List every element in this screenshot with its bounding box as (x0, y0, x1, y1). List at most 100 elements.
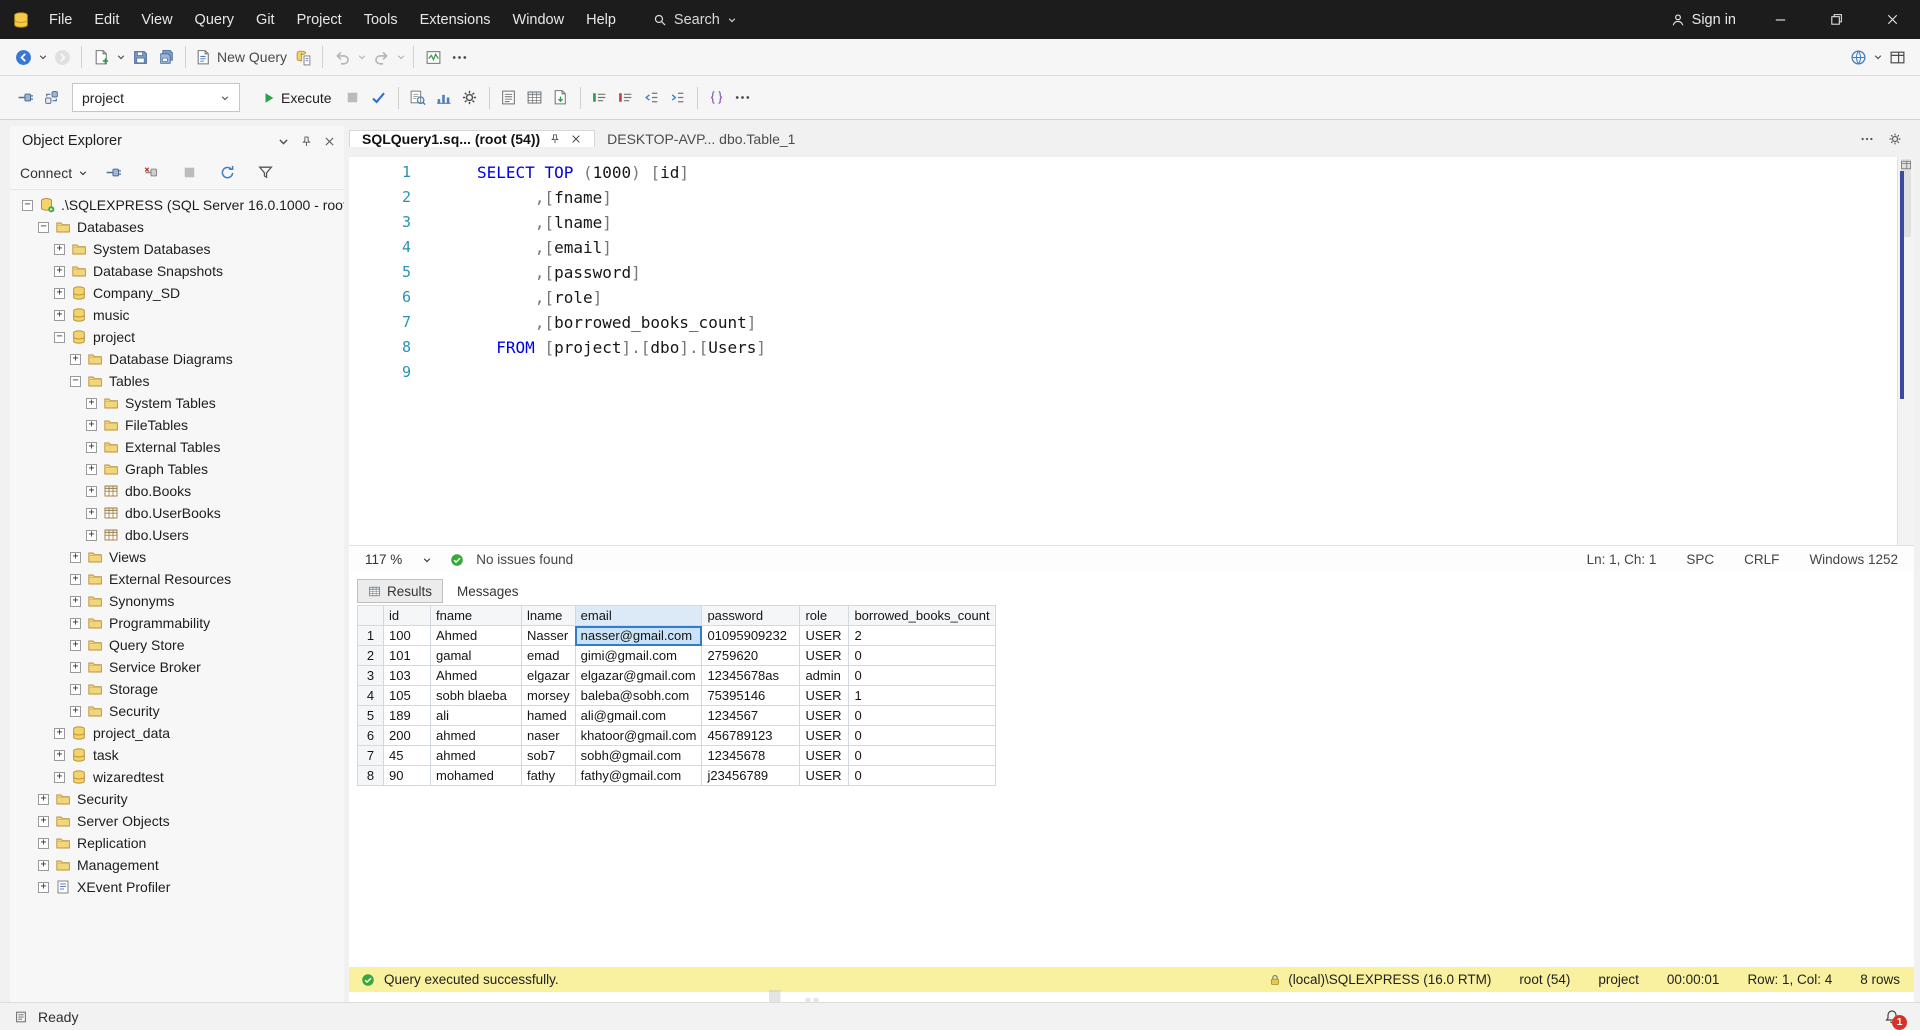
column-header-lname[interactable]: lname (521, 605, 576, 626)
expand-icon[interactable]: + (70, 353, 81, 365)
row-header[interactable]: 7 (357, 745, 384, 766)
document-tab[interactable]: DESKTOP-AVP... dbo.Table_1 (595, 131, 807, 147)
editor-status-item[interactable]: SPC (1686, 552, 1714, 567)
grid-cell[interactable]: ahmed (430, 745, 522, 766)
database-selector[interactable]: project (72, 83, 240, 112)
results-to-text-button[interactable] (496, 84, 522, 112)
grid-cell[interactable]: 0 (848, 705, 996, 726)
collapse-icon[interactable]: − (70, 375, 81, 387)
tree-item[interactable]: − project (10, 326, 344, 348)
grid-cell[interactable]: 189 (383, 705, 431, 726)
grid-cell[interactable]: Nasser (521, 625, 576, 646)
disconnect-button[interactable] (138, 159, 164, 187)
menu-help[interactable]: Help (575, 0, 627, 39)
menu-tools[interactable]: Tools (353, 0, 409, 39)
menu-git[interactable]: Git (245, 0, 286, 39)
grid-cell[interactable]: 103 (383, 665, 431, 686)
toolbar-overflow-button[interactable] (446, 43, 472, 71)
tree-item[interactable]: − .\SQLEXPRESS (SQL Server 16.0.1000 - ro… (10, 194, 344, 216)
tree-item[interactable]: + wizaredtest (10, 766, 344, 788)
expand-icon[interactable]: + (70, 595, 81, 607)
grid-cell[interactable]: ali@gmail.com (574, 705, 703, 726)
expand-icon[interactable]: + (70, 683, 81, 695)
grid-cell[interactable]: hamed (521, 705, 576, 726)
menu-window[interactable]: Window (502, 0, 576, 39)
grid-cell[interactable]: 200 (383, 725, 431, 746)
tree-item[interactable]: + Service Broker (10, 656, 344, 678)
grid-corner[interactable] (357, 605, 384, 626)
expand-icon[interactable]: + (54, 265, 65, 277)
collapse-icon[interactable]: − (22, 199, 33, 211)
navigate-back-dropdown[interactable] (36, 43, 49, 71)
expand-icon[interactable]: + (70, 639, 81, 651)
zoom-selector[interactable]: 117 % (359, 552, 438, 567)
expand-icon[interactable]: + (54, 243, 65, 255)
editor-status-item[interactable]: Ln: 1, Ch: 1 (1587, 552, 1657, 567)
expand-icon[interactable]: + (38, 881, 49, 893)
sql-editor[interactable]: 1 SELECT TOP (1000) [id] 2 ,[fname] 3 ,[lna… (349, 157, 1914, 545)
tree-item[interactable]: + Database Diagrams (10, 348, 344, 370)
redo-button[interactable] (368, 43, 394, 71)
grid-cell[interactable]: emad (521, 645, 576, 666)
grid-cell[interactable]: USER (799, 685, 850, 706)
tree-item[interactable]: + Views (10, 546, 344, 568)
expand-icon[interactable]: + (86, 397, 97, 409)
column-header-password[interactable]: password (701, 605, 801, 626)
results-to-file-button[interactable] (548, 84, 574, 112)
grid-cell[interactable]: 0 (848, 645, 996, 666)
grid-cell[interactable]: baleba@sobh.com (574, 685, 703, 706)
tab-results[interactable]: Results (357, 579, 444, 603)
new-file-dropdown[interactable] (114, 43, 127, 71)
grid-cell[interactable]: gimi@gmail.com (574, 645, 703, 666)
tree-item[interactable]: + System Tables (10, 392, 344, 414)
grid-cell[interactable]: fathy@gmail.com (574, 765, 703, 786)
column-header-borrowed_books_count[interactable]: borrowed_books_count (848, 605, 996, 626)
search-control[interactable]: Search (653, 12, 737, 28)
expand-icon[interactable]: + (70, 573, 81, 585)
filter-button[interactable] (252, 159, 278, 187)
grid-cell[interactable]: USER (799, 765, 850, 786)
collapse-icon[interactable]: − (38, 221, 49, 233)
close-window-button[interactable] (1864, 0, 1920, 39)
grid-cell[interactable]: sobh@gmail.com (574, 745, 703, 766)
grid-cell[interactable]: mohamed (430, 765, 522, 786)
grid-cell[interactable]: USER (799, 725, 850, 746)
grid-cell[interactable]: USER (799, 645, 850, 666)
expand-icon[interactable]: + (54, 749, 65, 761)
grid-cell[interactable]: morsey (521, 685, 576, 706)
grid-cell[interactable]: 01095909232 (701, 625, 801, 646)
expand-icon[interactable]: + (86, 419, 97, 431)
document-tab[interactable]: SQLQuery1.sq... (root (54)) (349, 130, 596, 147)
expand-icon[interactable]: + (86, 507, 97, 519)
grid-cell[interactable]: USER (799, 745, 850, 766)
query-toolbar-overflow-button[interactable] (730, 84, 756, 112)
tab-messages[interactable]: Messages (447, 579, 529, 603)
tree-item[interactable]: − Databases (10, 216, 344, 238)
expand-icon[interactable]: + (54, 771, 65, 783)
grid-cell[interactable]: 100 (383, 625, 431, 646)
tree-item[interactable]: + Replication (10, 832, 344, 854)
column-header-fname[interactable]: fname (430, 605, 522, 626)
grid-cell[interactable]: 2 (848, 625, 996, 646)
template-parameters-button[interactable] (704, 84, 730, 112)
editor-status-item[interactable]: Windows 1252 (1809, 552, 1898, 567)
panel-menu-icon[interactable] (277, 135, 290, 148)
cancel-query-button[interactable] (340, 84, 366, 112)
save-all-button[interactable] (153, 43, 179, 71)
grid-cell[interactable]: 456789123 (701, 725, 801, 746)
undo-button[interactable] (329, 43, 355, 71)
new-file-button[interactable] (88, 43, 114, 71)
grid-cell[interactable]: ali (430, 705, 522, 726)
redo-dropdown[interactable] (394, 43, 407, 71)
tree-item[interactable]: + XEvent Profiler (10, 876, 344, 898)
tree-item[interactable]: + System Databases (10, 238, 344, 260)
expand-icon[interactable]: + (70, 617, 81, 629)
pin-icon[interactable] (300, 135, 313, 148)
window-layout-button[interactable] (1884, 43, 1910, 71)
grid-cell[interactable]: gamal (430, 645, 522, 666)
row-header[interactable]: 5 (357, 705, 384, 726)
grid-cell[interactable]: 2759620 (701, 645, 801, 666)
expand-icon[interactable]: + (38, 815, 49, 827)
tree-item[interactable]: + dbo.Users (10, 524, 344, 546)
editor-scrollbar[interactable] (1897, 157, 1914, 545)
